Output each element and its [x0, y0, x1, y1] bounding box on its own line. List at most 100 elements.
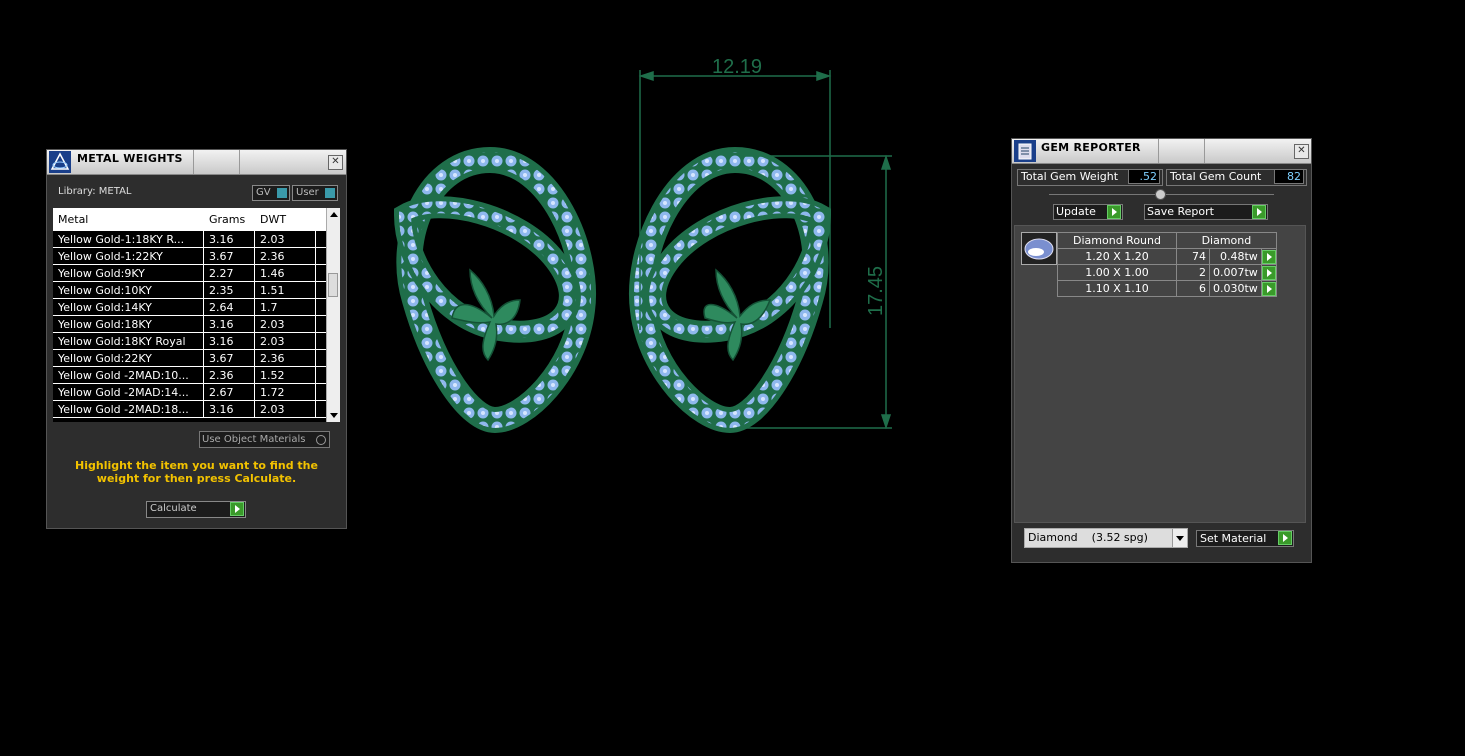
dwt-cell: 2.03 — [254, 400, 316, 418]
total-gem-weight-label: Total Gem Weight — [1021, 170, 1119, 183]
gv-toggle[interactable]: GV — [252, 185, 290, 201]
dwt-cell: 2.03 — [254, 332, 316, 350]
total-gem-count-label: Total Gem Count — [1170, 170, 1262, 183]
gem-table-header: Diamond Round Diamond — [1057, 232, 1277, 249]
set-material-button[interactable]: Set Material — [1196, 530, 1294, 547]
viewport-3d[interactable]: 12.19 17.45 — [380, 40, 920, 460]
dwt-cell: 1.52 — [254, 366, 316, 384]
table-row[interactable]: Yellow Gold:10KY 2.35 1.51 — [53, 281, 327, 299]
metal-weights-title: METAL WEIGHTS — [77, 152, 183, 165]
calculate-button[interactable]: Calculate — [146, 501, 246, 518]
save-report-button[interactable]: Save Report — [1144, 204, 1268, 220]
table-row[interactable]: Yellow Gold -2MAD:10... 2.36 1.52 — [53, 366, 327, 384]
table-row[interactable]: Yellow Gold-1:18KY R... 3.16 2.03 — [53, 230, 327, 248]
grams-cell: 3.67 — [203, 247, 255, 265]
metal-cell: Yellow Gold -2MAD:14... — [53, 383, 204, 401]
grams-cell: 3.16 — [203, 230, 255, 248]
grams-cell: 3.16 — [203, 400, 255, 418]
table-row[interactable]: Yellow Gold:14KY 2.64 1.7 — [53, 298, 327, 316]
metal-weights-panel: METAL WEIGHTS ✕ Library: METAL GV User M… — [46, 149, 347, 529]
scroll-up-icon[interactable] — [330, 212, 338, 217]
gem-row-arrow-icon[interactable] — [1260, 248, 1277, 265]
use-object-materials-toggle[interactable]: Use Object Materials — [199, 431, 330, 448]
right-earring[interactable] — [629, 146, 832, 434]
table-row[interactable]: Yellow Gold-1:22KY 3.67 2.36 — [53, 247, 327, 265]
user-indicator-icon — [325, 188, 335, 198]
dwt-cell: 1.72 — [254, 383, 316, 401]
save-report-arrow-icon — [1252, 205, 1266, 219]
gem-weight-cell: 0.030tw — [1209, 280, 1262, 297]
column-header-spacer — [315, 208, 327, 231]
metal-cell: Yellow Gold:18KY — [53, 315, 204, 333]
gem-material-header: Diamond — [1176, 232, 1277, 249]
update-button[interactable]: Update — [1053, 204, 1123, 220]
gem-report-area: Diamond Round Diamond 1.20 X 1.20 74 0.4… — [1014, 225, 1306, 523]
grams-cell: 3.16 — [203, 332, 255, 350]
gem-reporter-titlebar[interactable]: GEM REPORTER ✕ — [1012, 139, 1311, 164]
table-row[interactable]: Yellow Gold:9KY 2.27 1.46 — [53, 264, 327, 282]
left-earring[interactable] — [393, 146, 596, 434]
grams-cell: 3.67 — [203, 349, 255, 367]
radio-icon — [316, 435, 326, 445]
gem-shape-header: Diamond Round — [1057, 232, 1177, 249]
metal-weights-close-icon[interactable]: ✕ — [328, 155, 343, 170]
titlebar-divider — [239, 150, 240, 174]
height-dimension-label: 17.45 — [865, 266, 887, 316]
dwt-cell: 1.51 — [254, 281, 316, 299]
user-toggle[interactable]: User — [292, 185, 338, 201]
metal-cell: Yellow Gold:18KY Royal — [53, 332, 204, 350]
use-object-materials-label: Use Object Materials — [202, 434, 306, 445]
column-header-dwt[interactable]: DWT — [254, 208, 316, 231]
metal-table-scrollbar[interactable] — [326, 208, 340, 422]
metal-cell: Yellow Gold:22KY — [53, 349, 204, 367]
table-row[interactable]: Yellow Gold -2MAD:14... 2.67 1.72 — [53, 383, 327, 401]
titlebar-divider — [1158, 139, 1159, 163]
gem-reporter-app-icon — [1014, 140, 1036, 162]
dwt-cell: 1.46 — [254, 264, 316, 282]
metal-cell: Yellow Gold -2MAD:10... — [53, 366, 204, 384]
total-gem-weight-box: Total Gem Weight .52 — [1017, 169, 1163, 186]
scroll-thumb[interactable] — [328, 273, 338, 297]
material-select-value: Diamond (3.52 spg) — [1028, 531, 1148, 544]
diamond-round-icon[interactable] — [1021, 232, 1057, 265]
column-header-grams[interactable]: Grams — [203, 208, 255, 231]
metal-cell: Yellow Gold:10KY — [53, 281, 204, 299]
metal-cell: Yellow Gold -2MAD:18... — [53, 400, 204, 418]
splitter-handle-icon[interactable] — [1155, 189, 1166, 200]
update-arrow-icon — [1107, 205, 1121, 219]
metal-cell: Yellow Gold-1:22KY — [53, 247, 204, 265]
gem-row-arrow-icon[interactable] — [1260, 280, 1277, 297]
scroll-down-icon[interactable] — [330, 413, 338, 418]
table-row[interactable]: 1.10 X 1.10 6 0.030tw — [1057, 280, 1277, 297]
table-row[interactable]: 1.20 X 1.20 74 0.48tw — [1057, 248, 1277, 265]
table-row[interactable]: 1.00 X 1.00 2 0.007tw — [1057, 264, 1277, 281]
table-row[interactable]: Yellow Gold:18KY Royal 3.16 2.03 — [53, 332, 327, 350]
table-row[interactable]: Yellow Gold -2MAD:18... 3.16 2.03 — [53, 400, 327, 418]
gem-size-cell: 1.10 X 1.10 — [1057, 280, 1177, 297]
table-row[interactable]: Yellow Gold:22KY 3.67 2.36 — [53, 349, 327, 367]
width-dimension-label: 12.19 — [712, 56, 762, 78]
gem-weight-cell: 0.48tw — [1209, 248, 1262, 265]
gem-row-arrow-icon[interactable] — [1260, 264, 1277, 281]
update-label: Update — [1056, 205, 1096, 218]
calculate-label: Calculate — [150, 503, 197, 514]
library-label: Library: METAL — [58, 186, 132, 197]
gem-reporter-close-icon[interactable]: ✕ — [1294, 144, 1309, 159]
metal-weights-titlebar[interactable]: METAL WEIGHTS ✕ — [47, 150, 346, 175]
material-select[interactable]: Diamond (3.52 spg) — [1024, 528, 1188, 548]
gv-label: GV — [256, 187, 271, 198]
instructions-text: Highlight the item you want to find the … — [75, 459, 318, 485]
gv-indicator-icon — [277, 188, 287, 198]
set-material-label: Set Material — [1200, 532, 1267, 545]
table-row[interactable]: Yellow Gold:18KY 3.16 2.03 — [53, 315, 327, 333]
grams-cell: 3.16 — [203, 315, 255, 333]
dwt-cell: 2.03 — [254, 315, 316, 333]
gem-size-cell: 1.00 X 1.00 — [1057, 264, 1177, 281]
chevron-down-icon[interactable] — [1172, 529, 1187, 547]
gem-table: Diamond Round Diamond 1.20 X 1.20 74 0.4… — [1057, 232, 1277, 297]
calculate-arrow-icon — [230, 502, 244, 516]
metal-table-header: Metal Grams DWT — [53, 208, 327, 231]
metal-table-container: Metal Grams DWT Yellow Gold-1:18KY R... 3… — [53, 208, 329, 422]
gem-count-cell: 2 — [1176, 264, 1210, 281]
column-header-metal[interactable]: Metal — [53, 208, 204, 231]
